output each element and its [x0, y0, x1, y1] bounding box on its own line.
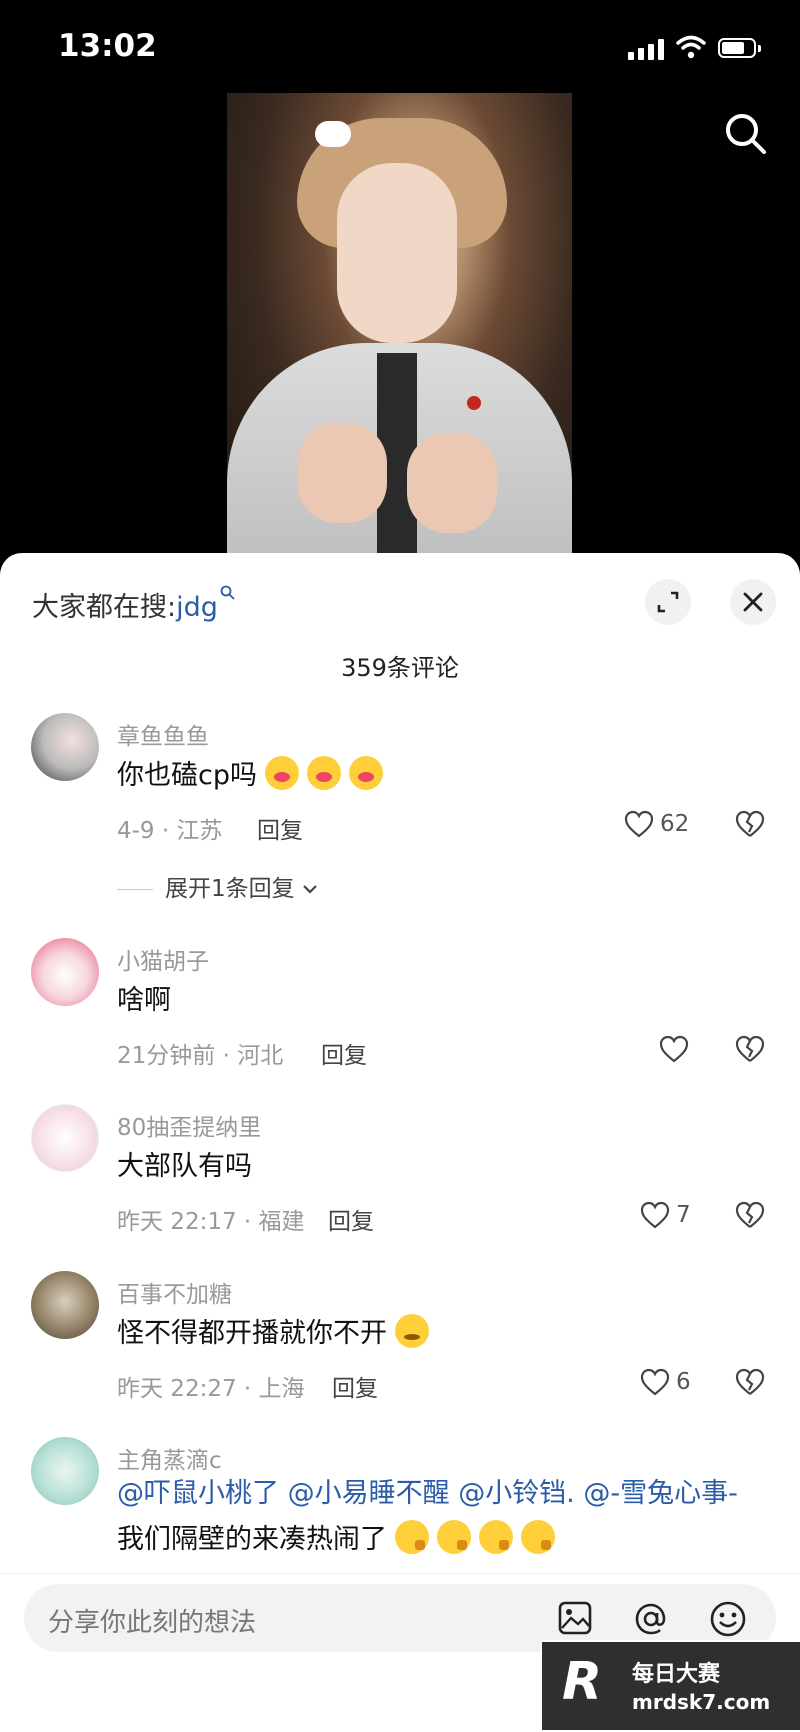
- search-icon[interactable]: [722, 110, 770, 158]
- comment-sheet: 大家都在搜:jdg 359条评论 章鱼鱼鱼 你也磕cp吗 4-9 · 江苏 回复…: [0, 553, 800, 1731]
- status-bar: 13:02: [0, 0, 800, 90]
- comment-item: 百事不加糖 怪不得都开播就你不开 昨天 22:27 · 上海 回复 6: [0, 1271, 800, 1421]
- hot-search-term[interactable]: jdg: [176, 592, 218, 623]
- signal-icon: [628, 38, 664, 60]
- expand-replies-button[interactable]: 展开1条回复: [117, 869, 319, 903]
- status-time: 13:02: [58, 28, 157, 64]
- close-button[interactable]: [730, 579, 776, 625]
- battery-icon: [718, 38, 764, 60]
- comment-meta: 昨天 22:17 · 福建: [117, 1209, 305, 1235]
- comment-author[interactable]: 80抽歪提纳里: [117, 1108, 261, 1142]
- comment-author[interactable]: 主角蒸滴c: [117, 1441, 222, 1475]
- reply-button[interactable]: 回复: [321, 1036, 367, 1070]
- avatar[interactable]: [31, 1104, 99, 1172]
- comment-item: 主角蒸滴c @吓鼠小桃了 @小易睡不醒 @小铃铛. @-雪兔心事- 我们隔壁的来…: [0, 1437, 800, 1577]
- avatar[interactable]: [31, 1437, 99, 1505]
- avatar[interactable]: [31, 938, 99, 1006]
- broken-heart-icon[interactable]: [735, 1035, 765, 1063]
- video-player[interactable]: [227, 93, 572, 553]
- watermark-line2: mrdsk7.com: [632, 1690, 771, 1714]
- emoji-icon: [306, 756, 341, 790]
- comment-item: 章鱼鱼鱼 你也磕cp吗 4-9 · 江苏 回复 62 展开1条回复: [0, 713, 800, 933]
- watermark-glyph: R: [562, 1652, 603, 1712]
- comment-text: 啥啊: [117, 985, 171, 1016]
- like-count: 7: [676, 1202, 691, 1228]
- expand-button[interactable]: [645, 579, 691, 625]
- comment-text: 大部队有吗: [117, 1151, 252, 1182]
- broken-heart-icon[interactable]: [735, 1201, 765, 1229]
- hot-search-label: 大家都在搜:: [32, 592, 177, 623]
- like-count: 62: [660, 811, 690, 837]
- comment-text: 怪不得都开播就你不开: [117, 1311, 429, 1350]
- comment-item: 80抽歪提纳里 大部队有吗 昨天 22:17 · 福建 回复 7: [0, 1104, 800, 1254]
- emoji-icon: [479, 1520, 513, 1554]
- heart-icon[interactable]: [659, 1035, 689, 1063]
- emoji-icon: [348, 756, 383, 790]
- comment-author[interactable]: 百事不加糖: [117, 1275, 232, 1309]
- emoji-icon[interactable]: [709, 1600, 747, 1638]
- like-count: 6: [676, 1369, 691, 1395]
- expand-icon: [657, 591, 679, 613]
- mention-link[interactable]: @小易睡不醒: [288, 1478, 450, 1509]
- reply-button[interactable]: 回复: [332, 1369, 378, 1403]
- comment-text: @吓鼠小桃了 @小易睡不醒 @小铃铛. @-雪兔心事- 我们隔壁的来凑热闹了: [117, 1478, 738, 1555]
- heart-icon[interactable]: [640, 1201, 670, 1229]
- emoji-icon: [437, 1520, 471, 1554]
- hot-search[interactable]: 大家都在搜:jdg: [32, 585, 236, 624]
- comment-meta: 4-9 · 江苏: [117, 818, 223, 844]
- comment-author[interactable]: 章鱼鱼鱼: [117, 717, 209, 751]
- mention-link[interactable]: @小铃铛.: [458, 1478, 575, 1509]
- heart-icon[interactable]: [624, 810, 654, 838]
- comment-count: 359条评论: [341, 654, 459, 682]
- reply-button[interactable]: 回复: [328, 1202, 374, 1236]
- search-icon: [220, 585, 235, 600]
- comment-text: 你也磕cp吗: [117, 753, 383, 792]
- broken-heart-icon[interactable]: [735, 810, 765, 838]
- wifi-icon: [676, 35, 706, 59]
- heart-icon[interactable]: [640, 1368, 670, 1396]
- comment-meta: 昨天 22:27 · 上海: [117, 1376, 305, 1402]
- close-icon: [743, 592, 763, 612]
- cloud-sticker-icon: [315, 121, 351, 147]
- image-icon[interactable]: [557, 1600, 593, 1636]
- avatar[interactable]: [31, 1271, 99, 1339]
- reply-button[interactable]: 回复: [257, 811, 303, 845]
- mention-link[interactable]: @吓鼠小桃了: [117, 1478, 279, 1509]
- jacket-logo-icon: [467, 396, 481, 410]
- broken-heart-icon[interactable]: [735, 1368, 765, 1396]
- avatar[interactable]: [31, 713, 99, 781]
- emoji-icon: [395, 1520, 429, 1554]
- watermark-line1: 每日大赛: [632, 1662, 721, 1687]
- emoji-icon: [521, 1520, 555, 1554]
- comment-input-placeholder: 分享你此刻的想法: [48, 1608, 257, 1638]
- comment-meta: 21分钟前 · 河北: [117, 1043, 284, 1069]
- mention-link[interactable]: @-雪兔心事-: [583, 1478, 738, 1509]
- comment-item: 小猫胡子 啥啊 21分钟前 · 河北 回复: [0, 938, 800, 1088]
- watermark-logo: R 每日大赛 mrdsk7.com: [540, 1640, 800, 1732]
- chevron-down-icon: [302, 885, 317, 894]
- at-icon[interactable]: [632, 1600, 670, 1638]
- emoji-icon: [395, 1314, 429, 1348]
- emoji-icon: [264, 756, 299, 790]
- comment-author[interactable]: 小猫胡子: [117, 942, 209, 976]
